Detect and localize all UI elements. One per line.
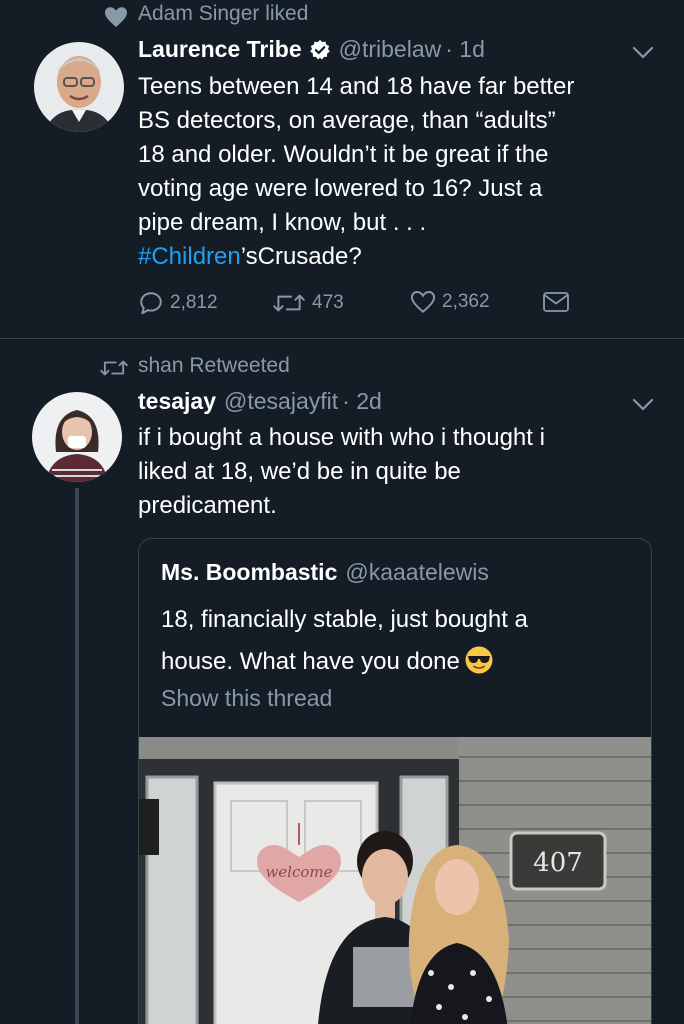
tweet-line: liked at 18, we’d be in quite be — [138, 458, 461, 485]
quoted-line-with-emoji: house. What have you done — [161, 641, 631, 683]
tweet-line: 18 and older. Wouldn’t it be great if th… — [138, 141, 549, 168]
hashtag-suffix: ’sCrusade? — [240, 243, 362, 270]
tweet-divider — [0, 338, 684, 339]
quoted-author-handle: @kaaatelewis — [345, 559, 489, 585]
reply-count: 2,812 — [170, 292, 218, 313]
tweet-line: if i bought a house with who i thought i — [138, 424, 545, 451]
tweet-header: Laurence Tribe @tribelaw · 1d — [138, 36, 485, 63]
tweet-line: Teens between 14 and 18 have far better — [138, 73, 575, 100]
sunglasses-emoji-icon — [465, 646, 493, 674]
social-context-text: shan Retweeted — [138, 354, 290, 377]
hashtag-link[interactable]: #Children — [138, 243, 241, 270]
tweet-line: voting age were lowered to 16? Just a — [138, 175, 543, 202]
tweet-line: pipe dream, I know, but . . . — [138, 209, 427, 236]
tweet-text: if i bought a house with who i thought i… — [138, 421, 658, 523]
avatar-photo — [34, 42, 124, 132]
author-name[interactable]: Laurence Tribe — [138, 36, 302, 63]
envelope-icon — [543, 292, 569, 312]
quoted-tweet-text: 18, financially stable, just bought a ho… — [161, 599, 631, 683]
tweet-text: Teens between 14 and 18 have far better … — [138, 70, 658, 274]
heart-outline-icon — [410, 291, 436, 314]
retweet-icon — [273, 294, 305, 312]
quoted-tweet-photo[interactable]: welcome 407 — [139, 737, 651, 1024]
welcome-sign-text: welcome — [265, 863, 332, 881]
quoted-tweet-header: Ms. Boombastic @kaaatelewis — [161, 559, 489, 586]
social-context-text: Adam Singer liked — [138, 2, 309, 25]
heart-icon — [105, 7, 127, 27]
social-context-retweeted[interactable]: shan Retweeted — [138, 354, 290, 378]
quoted-tweet[interactable]: Ms. Boombastic @kaaatelewis 18, financia… — [138, 538, 652, 1024]
like-count: 2,362 — [442, 291, 490, 312]
avatar-tesajay[interactable] — [32, 392, 122, 482]
chevron-down-icon[interactable] — [632, 398, 654, 412]
avatar-photo — [32, 392, 122, 482]
show-thread-link[interactable]: Show this thread — [161, 685, 332, 712]
author-name[interactable]: tesajay — [138, 388, 216, 415]
retweet-count: 473 — [312, 292, 344, 313]
tweet-time[interactable]: · 2d — [342, 388, 382, 415]
chevron-down-icon[interactable] — [632, 46, 654, 60]
direct-message-button[interactable] — [542, 290, 576, 314]
quoted-author-name: Ms. Boombastic — [161, 559, 338, 585]
verified-badge-icon — [309, 39, 330, 60]
house-number-text: 407 — [533, 848, 583, 878]
reply-icon — [140, 292, 162, 315]
tweet-line: BS detectors, on average, than “adults” — [138, 107, 556, 134]
thread-line — [75, 488, 79, 1024]
retweet-context-icon — [100, 360, 128, 376]
reply-button[interactable]: 2,812 — [138, 290, 218, 316]
retweet-button[interactable]: 473 — [272, 290, 344, 316]
avatar-laurence-tribe[interactable] — [34, 42, 124, 132]
tweet-header: tesajay @tesajayfit · 2d — [138, 388, 382, 415]
author-handle[interactable]: @tribelaw — [339, 36, 442, 63]
tweet-line: #Children’sCrusade? — [138, 240, 658, 274]
like-button[interactable]: 2,362 — [410, 290, 490, 314]
social-context-liked[interactable]: Adam Singer liked — [138, 2, 308, 26]
author-handle[interactable]: @tesajayfit — [224, 388, 338, 415]
tweet-time[interactable]: · 1d — [445, 36, 485, 63]
quoted-line: 18, financially stable, just bought a — [161, 606, 528, 633]
quoted-line: house. What have you done — [161, 648, 460, 675]
house-photo: welcome 407 — [139, 737, 651, 1024]
tweet-actions: 2,812 473 2,362 — [138, 290, 578, 322]
tweet-line: predicament. — [138, 492, 277, 519]
